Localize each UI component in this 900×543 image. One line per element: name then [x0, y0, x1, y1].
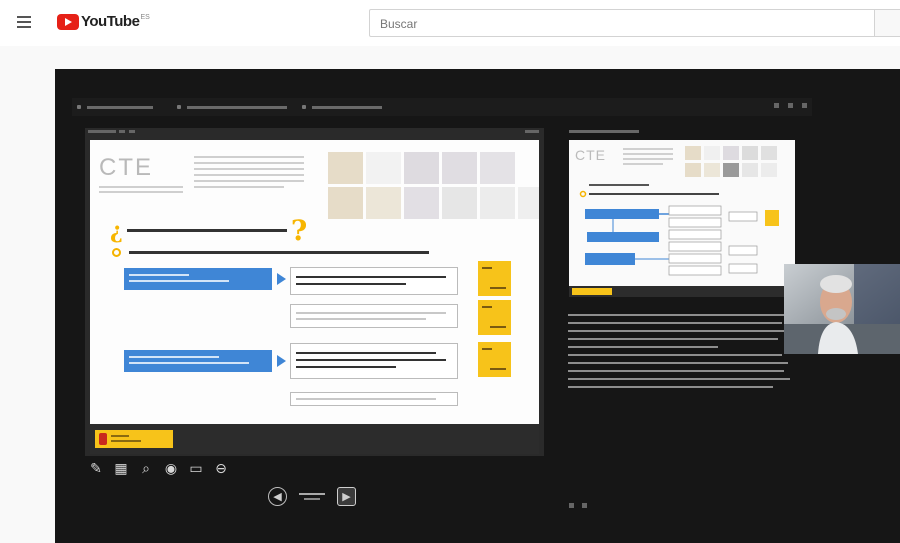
presenter-toolbar	[72, 98, 812, 116]
arrow-right-icon	[277, 355, 286, 367]
result-box	[290, 392, 458, 406]
slide-tile	[480, 152, 515, 184]
slide-question: ¿ ?	[110, 214, 307, 247]
window-minimize-icon[interactable]	[774, 103, 779, 108]
slide-tile	[404, 152, 439, 184]
presenter-webcam	[784, 264, 900, 354]
bullet-icon	[112, 248, 121, 257]
toolbar-item-taskbar[interactable]	[77, 103, 153, 111]
he-badge	[478, 342, 511, 377]
slide-intro-line	[194, 156, 304, 158]
hamburger-menu-icon[interactable]	[17, 16, 31, 28]
svg-text:CTE: CTE	[575, 147, 606, 163]
slide-intro-line	[194, 162, 304, 164]
directive-box	[124, 350, 272, 372]
slide-cte-subtitle-line	[99, 191, 183, 193]
slide-tile	[442, 187, 477, 219]
youtube-logo[interactable]: YouTube ES	[57, 13, 150, 30]
coat-of-arms-icon	[99, 433, 107, 445]
zoom-icon[interactable]: ⌕	[138, 461, 154, 477]
slide-navigation: ◀ ▶	[268, 487, 356, 506]
next-slide-icon[interactable]: ▶	[337, 487, 356, 506]
slide-tile	[442, 152, 477, 184]
subtitles-icon[interactable]: ▭	[188, 461, 204, 477]
reset-timer-icon[interactable]	[129, 130, 135, 133]
question-text-line	[126, 229, 287, 232]
slide-tile	[328, 187, 363, 219]
bullet-text-line	[129, 251, 429, 254]
window-maximize-icon[interactable]	[788, 103, 793, 108]
pointer-icon[interactable]: ◉	[163, 461, 179, 477]
decrease-notes-font-icon[interactable]	[569, 503, 574, 508]
inverted-question-mark-icon: ¿	[110, 217, 123, 244]
arrow-right-icon	[277, 273, 286, 285]
slide-tile	[480, 187, 515, 219]
directive-box	[124, 268, 272, 290]
next-slide-label	[569, 130, 639, 133]
question-mark-icon: ?	[290, 214, 308, 247]
increase-notes-font-icon[interactable]	[582, 503, 587, 508]
result-box	[290, 304, 458, 328]
pen-icon[interactable]: ✎	[88, 461, 104, 477]
logo-text: YouTube	[81, 13, 140, 30]
video-player[interactable]: CTE ¿ ? ✎ ▦ ⌕ ◉ ▭ ⊖ ◀ ▶ CTE	[55, 69, 900, 543]
clock-label	[525, 130, 539, 133]
slide-tile	[328, 152, 363, 184]
youtube-header: YouTube ES Buscar	[0, 0, 900, 46]
slide-footer	[90, 424, 539, 454]
result-box	[290, 343, 458, 379]
slide-tile	[518, 187, 539, 219]
government-logo	[572, 288, 612, 295]
he-badge	[478, 261, 511, 296]
government-logo	[95, 430, 173, 448]
timer-label	[88, 130, 116, 133]
search-button[interactable]	[875, 9, 900, 37]
slide-intro-line	[194, 174, 304, 176]
more-options-icon[interactable]: ⊖	[213, 461, 229, 477]
window-close-icon[interactable]	[802, 103, 807, 108]
presenter-face-image	[784, 264, 900, 354]
slide-intro-line	[194, 180, 304, 182]
slide-tile	[404, 187, 439, 219]
see-all-slides-icon[interactable]: ▦	[113, 461, 129, 477]
next-slide-thumbnail: CTE	[575, 146, 779, 276]
toolbar-item-display-settings[interactable]	[177, 103, 287, 111]
slide-intro-line	[194, 168, 304, 170]
slide-tile	[366, 187, 401, 219]
slide-intro-line	[194, 186, 284, 188]
hs-badge	[478, 300, 511, 335]
slide-cte-title: CTE	[99, 154, 153, 181]
slide-counter	[299, 493, 325, 500]
current-slide: CTE ¿ ?	[90, 140, 539, 424]
search-input[interactable]: Buscar	[369, 9, 875, 37]
toolbar-item-end-slideshow[interactable]	[302, 103, 382, 111]
next-slide-preview[interactable]: CTE	[569, 140, 795, 297]
youtube-play-icon	[57, 13, 79, 30]
slide-bullet	[112, 248, 429, 257]
presenter-tools: ✎ ▦ ⌕ ◉ ▭ ⊖	[88, 461, 238, 477]
next-slide-footer	[569, 286, 795, 297]
slide-cte-subtitle-line	[99, 186, 183, 188]
slide-tile	[366, 152, 401, 184]
result-box	[290, 267, 458, 295]
logo-region: ES	[140, 14, 150, 21]
previous-slide-icon[interactable]: ◀	[268, 487, 287, 506]
pause-timer-icon[interactable]	[119, 130, 125, 133]
